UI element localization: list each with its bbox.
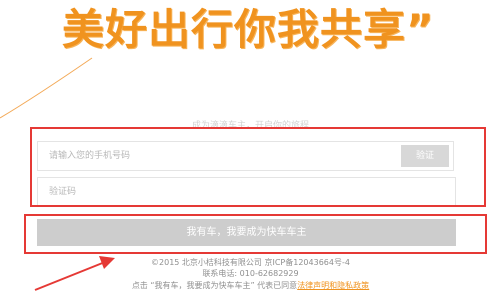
slogan-heading: 美好出行你我共享”: [62, 5, 435, 54]
footer-agreement-text: 点击 “我有车，我要成为快车车主” 代表已同意: [131, 281, 298, 290]
footer-agreement: 点击 “我有车，我要成为快车车主” 代表已同意法律声明和隐私政策: [0, 280, 501, 291]
footer-copyright: ©2015 北京小桔科技有限公司 京ICP备12043664号-4: [151, 258, 350, 267]
signup-page: 美好出行你我共享” 成为滴滴车主，开启你的旅程 验证 我有车，我要成为快车车主 …: [0, 0, 501, 304]
annotation-highlight-submit: [24, 214, 487, 254]
footer-contact: 联系电话: 010-62682929: [202, 269, 299, 278]
legal-privacy-link[interactable]: 法律声明和隐私政策: [297, 281, 369, 290]
annotation-highlight-inputs: [30, 127, 486, 207]
